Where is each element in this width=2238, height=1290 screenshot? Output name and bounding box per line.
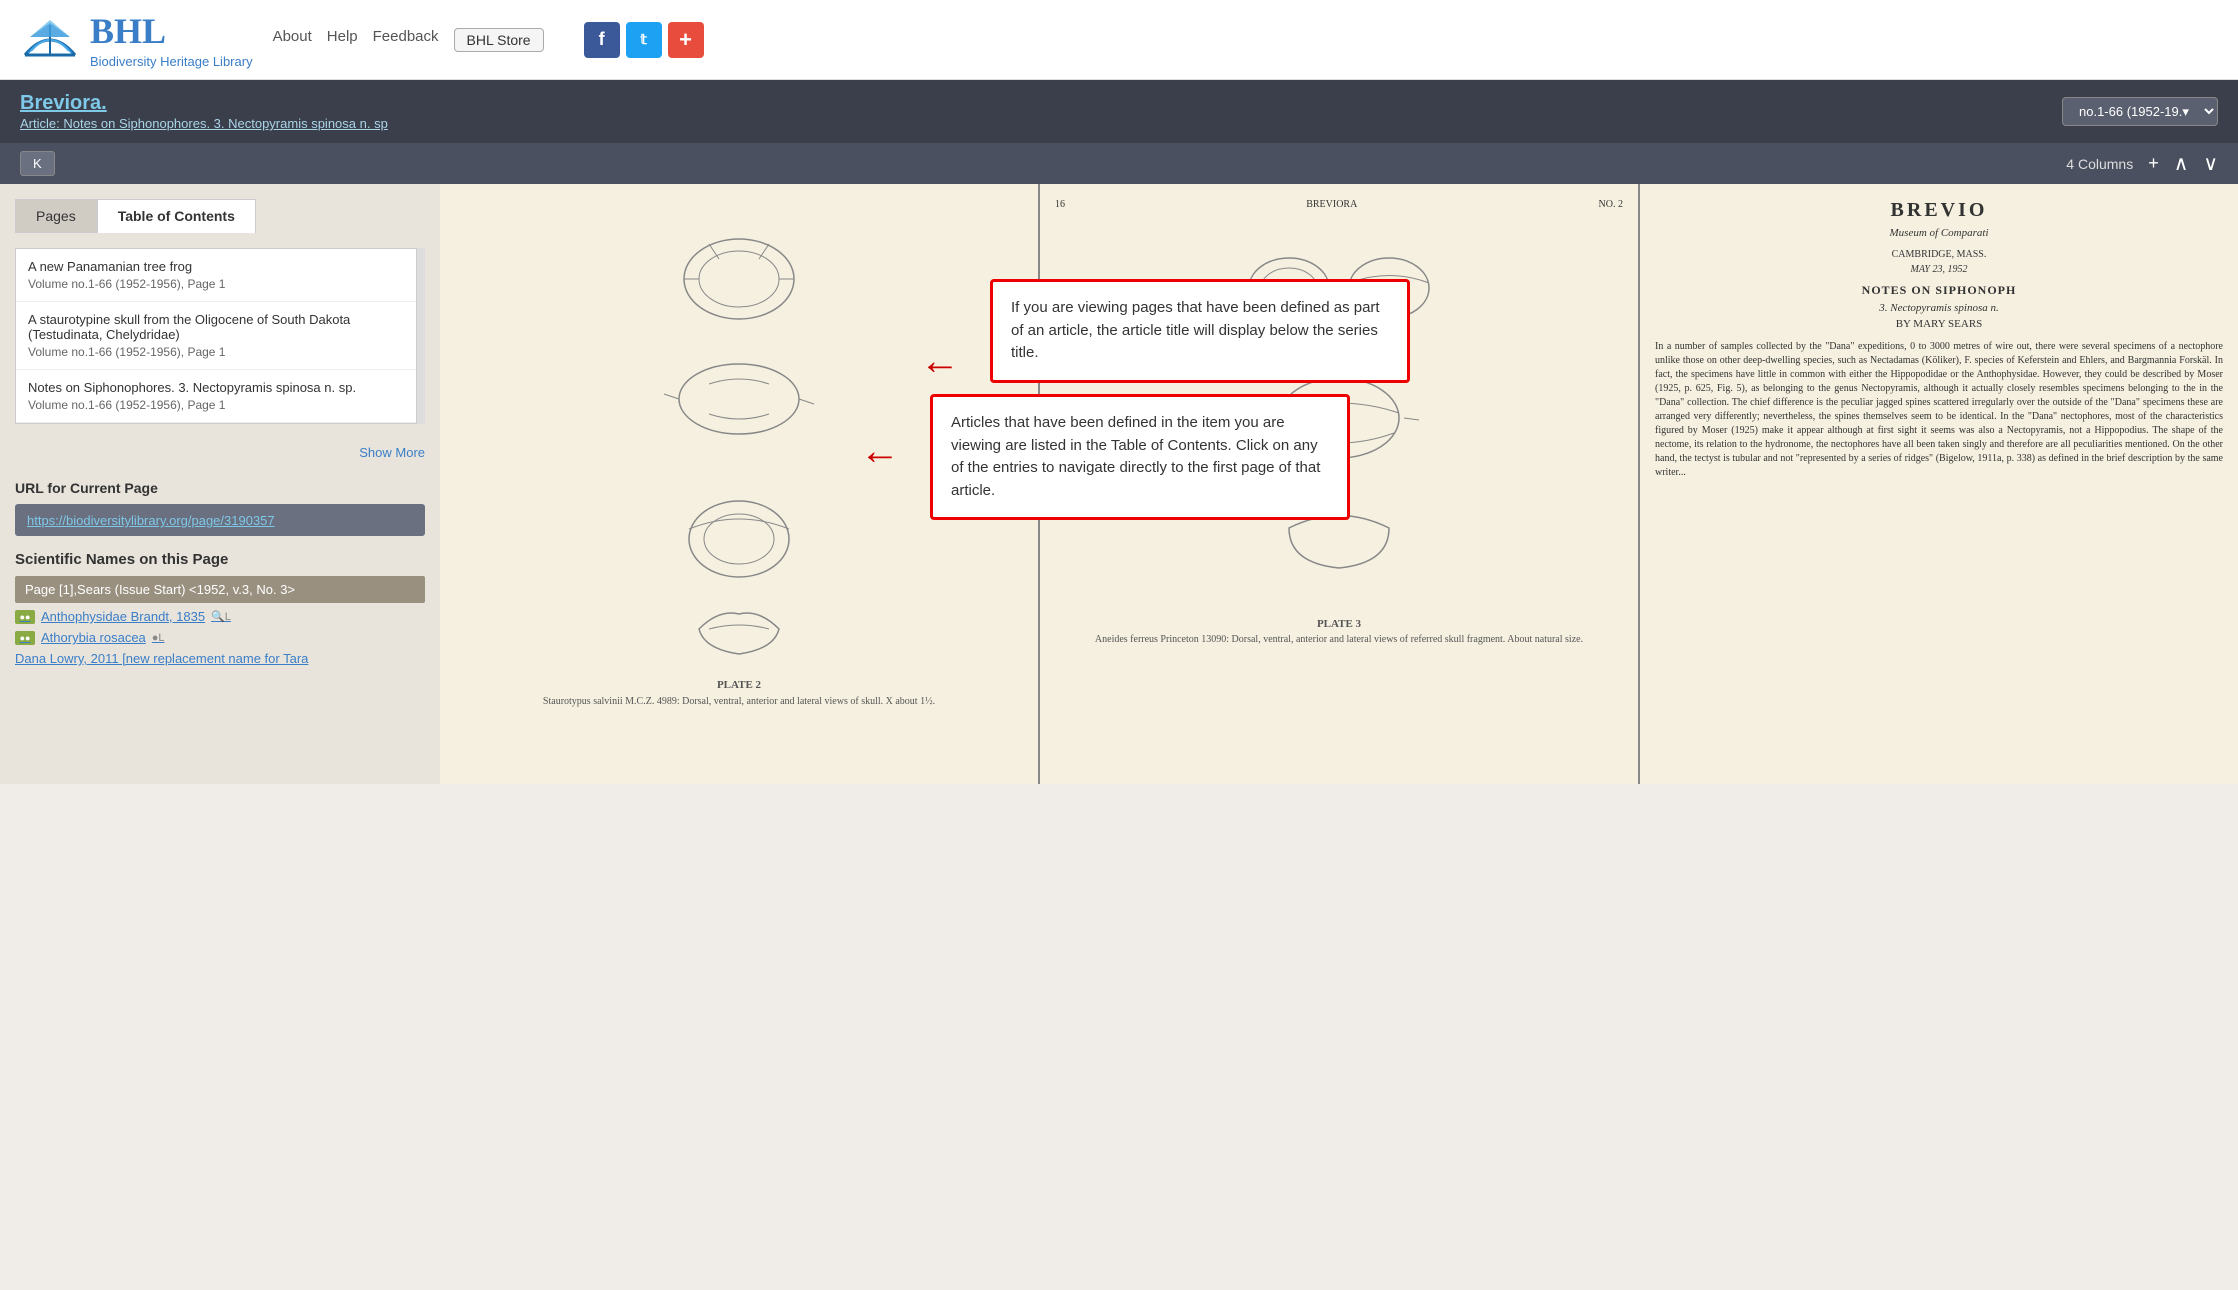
page-panel-3: BREVIO Museum of Comparati CAMBRIDGE, MA… (1640, 184, 2238, 784)
page2-brand: BREVIORA (1306, 199, 1357, 210)
toc-item-meta-0: Volume no.1-66 (1952-1956), Page 1 (28, 277, 404, 291)
sci-icon-0: ●● (15, 610, 35, 624)
toc-list: A new Panamanian tree frog Volume no.1-6… (15, 248, 417, 424)
page3-author: BY MARY SEARS (1655, 318, 2223, 330)
page3-location: CAMBRIDGE, MASS. (1655, 249, 2223, 260)
page3-body: In a number of samples collected by the … (1655, 340, 2223, 480)
sci-name-text-1: Athorybia rosacea (41, 630, 146, 645)
page3-subtitle: Museum of Comparati (1655, 227, 2223, 239)
bhl-brand-text: BHL (90, 11, 166, 51)
bhl-logo-icon (20, 15, 80, 65)
plus-icon[interactable]: + (668, 22, 704, 58)
sci-icon-1: ●● (15, 631, 35, 645)
add-column-button[interactable]: + (2148, 153, 2159, 174)
tab-toc[interactable]: Table of Contents (97, 199, 256, 233)
page3-brand: BREVIO (1655, 199, 2223, 222)
page2-issue: NO. 2 (1599, 199, 1623, 210)
columns-label: 4 Columns (2066, 156, 2133, 172)
toc-item-title-0: A new Panamanian tree frog (28, 259, 404, 274)
toc-item-meta-2: Volume no.1-66 (1952-1956), Page 1 (28, 398, 404, 412)
tooltip-2-text: Articles that have been defined in the i… (951, 414, 1320, 499)
page3-subheading: 3. Nectopyramis spinosa n. (1655, 302, 2223, 314)
sci-name-item-1[interactable]: ●● Athorybia rosacea ●L (15, 630, 425, 645)
toolbar: K 4 Columns + ∧ ∨ (0, 143, 2238, 184)
logo-area: BHL Biodiversity Heritage Library (20, 10, 253, 69)
arrow-1-icon: ← (920, 339, 960, 384)
page1-plate-label: PLATE 2 Staurotypus salvinii M.C.Z. 4989… (455, 679, 1023, 707)
page2-number: 16 (1055, 199, 1065, 210)
bhl-store-button[interactable]: BHL Store (454, 28, 544, 52)
tooltip-article-title: If you are viewing pages that have been … (990, 279, 1410, 383)
show-more-link[interactable]: Show More (359, 445, 425, 460)
url-section: URL for Current Page https://biodiversit… (15, 480, 425, 536)
toc-scrollbar[interactable] (417, 248, 425, 424)
sci-name-header: Page [1],Sears (Issue Start) <1952, v.3,… (15, 576, 425, 603)
series-title-link[interactable]: Breviora. (20, 92, 107, 114)
title-bar-left: Breviora. Article: Notes on Siphonophore… (20, 92, 388, 131)
sci-name-item-0[interactable]: ●● Anthophysidae Brandt, 1835 🔍L (15, 609, 425, 624)
article-title-link[interactable]: Article: Notes on Siphonophores. 3. Nect… (20, 116, 388, 131)
url-box: https://biodiversitylibrary.org/page/319… (15, 504, 425, 536)
viewer-container: PLATE 2 Staurotypus salvinii M.C.Z. 4989… (440, 184, 2238, 784)
sidebar: Pages Table of Contents A new Panamanian… (0, 184, 440, 784)
scientific-names-list: Page [1],Sears (Issue Start) <1952, v.3,… (15, 576, 425, 666)
current-url-link[interactable]: https://biodiversitylibrary.org/page/319… (27, 513, 275, 528)
toc-item-title-1: A staurotypine skull from the Oligocene … (28, 312, 404, 342)
page2-plate: PLATE 3 Aneides ferreus Princeton 13090:… (1055, 618, 1623, 645)
page3-heading: NOTES ON SIPHONOPH (1655, 283, 2223, 298)
sci-name-text-2: Dana Lowry, 2011 [new replacement name f… (15, 651, 308, 666)
sidebar-tabs: Pages Table of Contents (15, 199, 425, 233)
nav-help[interactable]: Help (327, 28, 358, 52)
toc-item-0[interactable]: A new Panamanian tree frog Volume no.1-6… (16, 249, 416, 302)
arrow-2-icon: ← (860, 429, 900, 474)
sci-name-text-0: Anthophysidae Brandt, 1835 (41, 609, 205, 624)
main-header: BHL Biodiversity Heritage Library About … (0, 0, 2238, 80)
k-button[interactable]: K (20, 151, 55, 176)
twitter-icon[interactable]: 𝕥 (626, 22, 662, 58)
tab-pages[interactable]: Pages (15, 199, 97, 233)
scientific-names-section: Scientific Names on this Page Page [1],S… (15, 551, 425, 666)
sci-name-icon-l-1: ●L (152, 632, 165, 644)
tooltip-toc-explanation: Articles that have been defined in the i… (930, 394, 1350, 520)
toc-item-1[interactable]: A staurotypine skull from the Oligocene … (16, 302, 416, 370)
nav-down-button[interactable]: ∨ (2203, 151, 2218, 176)
nav-up-button[interactable]: ∧ (2174, 151, 2189, 176)
sci-name-icon-l-0: 🔍L (211, 610, 231, 623)
nav-about[interactable]: About (273, 28, 312, 52)
scientific-names-label: Scientific Names on this Page (15, 551, 425, 568)
volume-selector[interactable]: no.1-66 (1952-19.▾ (2062, 97, 2218, 126)
page-content-3: BREVIO Museum of Comparati CAMBRIDGE, MA… (1640, 184, 2238, 784)
bhl-tagline: Biodiversity Heritage Library (90, 54, 253, 69)
nav-feedback[interactable]: Feedback (373, 28, 439, 52)
toc-item-meta-1: Volume no.1-66 (1952-1956), Page 1 (28, 345, 404, 359)
title-bar: Breviora. Article: Notes on Siphonophore… (0, 80, 2238, 143)
show-more-container: Show More (15, 439, 425, 465)
tooltip-1-text: If you are viewing pages that have been … (1011, 299, 1380, 361)
url-section-label: URL for Current Page (15, 480, 425, 496)
sci-name-item-2[interactable]: Dana Lowry, 2011 [new replacement name f… (15, 651, 425, 666)
header-nav: About Help Feedback BHL Store (273, 28, 544, 52)
main-content: Pages Table of Contents A new Panamanian… (0, 184, 2238, 784)
page3-date: MAY 23, 1952 (1655, 264, 2223, 275)
social-icons-group: f 𝕥 + (584, 22, 704, 58)
toc-item-2[interactable]: Notes on Siphonophores. 3. Nectopyramis … (16, 370, 416, 423)
facebook-icon[interactable]: f (584, 22, 620, 58)
toc-list-container: A new Panamanian tree frog Volume no.1-6… (15, 248, 425, 424)
toc-item-title-2: Notes on Siphonophores. 3. Nectopyramis … (28, 380, 404, 395)
